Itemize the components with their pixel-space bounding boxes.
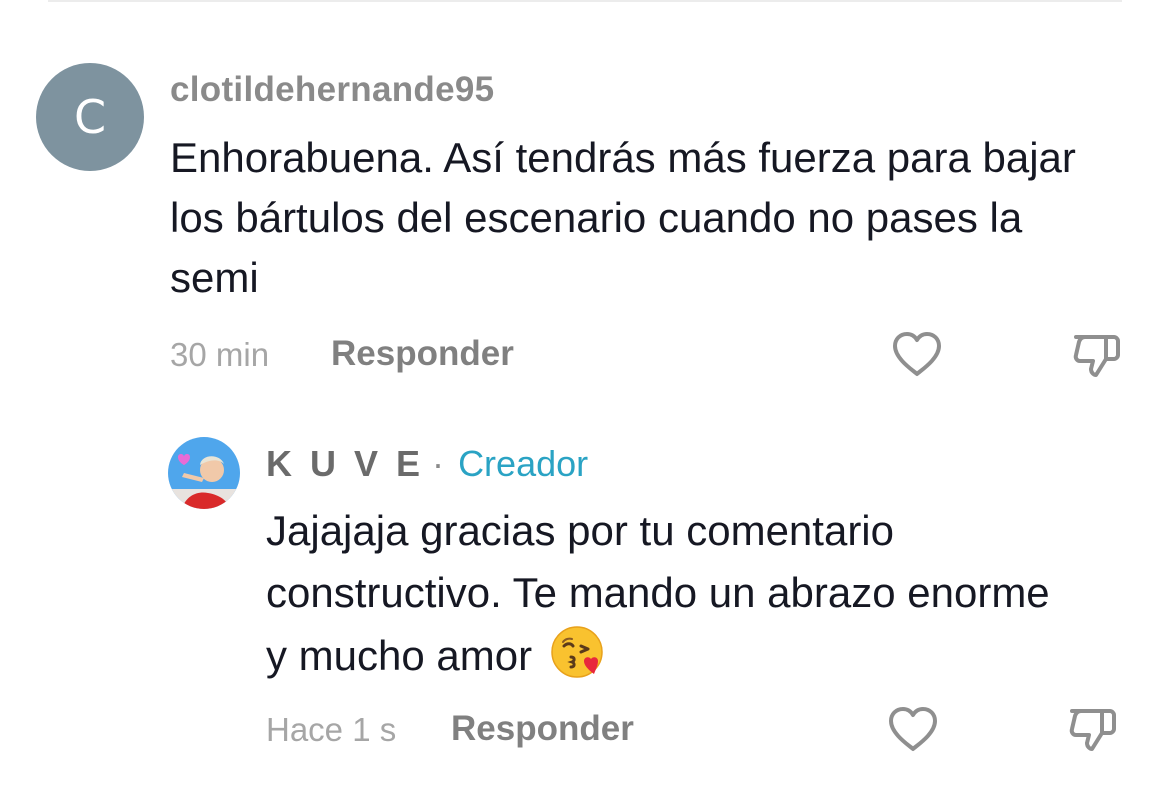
reply-timestamp: Hace 1 s [266,711,397,748]
dislike-button[interactable] [1070,330,1124,385]
avatar-letter: C [73,90,107,144]
heart-outline-icon [893,332,941,376]
reply-like-button[interactable] [886,704,940,759]
profile-photo-icon [168,437,240,509]
top-divider [48,0,1122,2]
comment-text: Enhorabuena. Así tendrás más fuerza para… [170,134,1076,301]
reply-responder-button[interactable]: Responder [451,709,634,749]
reply-username[interactable]: K U V E [266,443,424,484]
heart-outline-icon [889,707,937,751]
thumbs-down-icon [1069,709,1116,751]
comment-timestamp: 30 min [170,336,270,373]
reply-button[interactable]: Responder [331,334,514,374]
kiss-emoji-icon [550,624,606,697]
reply-text: Jajajaja gracias por tu comentario const… [266,500,1066,697]
separator-dot: · [432,443,445,484]
thumbs-down-icon [1073,335,1120,377]
creator-badge: Creador [458,443,589,484]
reply-text-content: Jajajaja gracias por tu comentario const… [266,507,1050,679]
reply-avatar[interactable] [168,437,240,509]
comment-username[interactable]: clotildehernande95 [170,70,494,110]
reply-header: K U V E · Creador [266,443,588,485]
avatar[interactable]: C [36,63,144,171]
reply-dislike-button[interactable] [1066,704,1120,759]
like-button[interactable] [890,329,944,384]
